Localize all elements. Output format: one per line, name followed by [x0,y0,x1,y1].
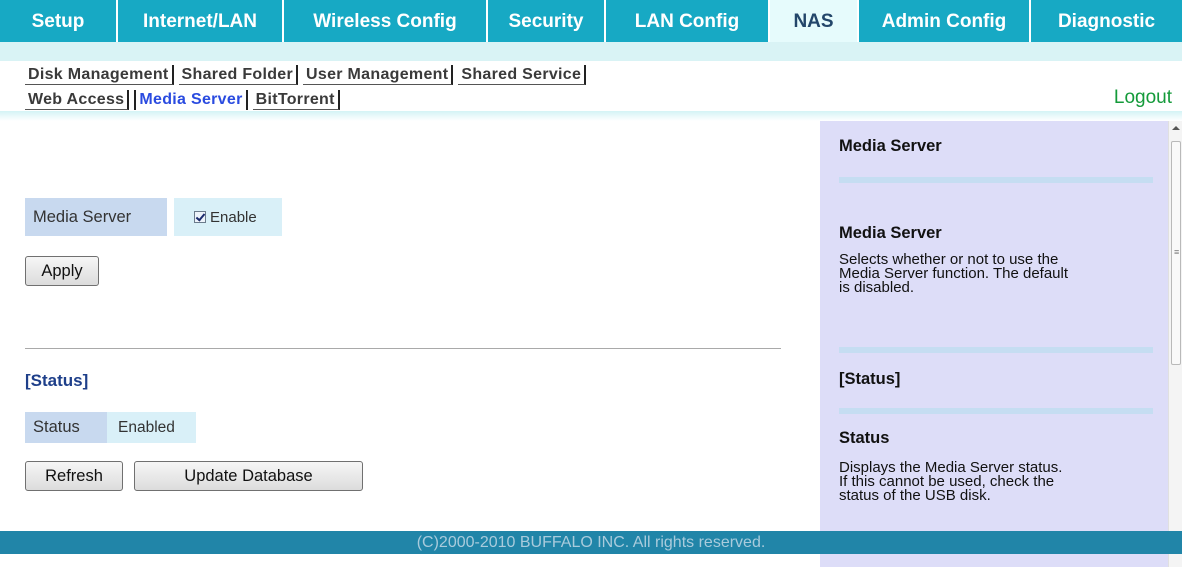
status-heading: [Status] [25,371,89,390]
scrollbar-thumb[interactable]: ≡ [1171,141,1181,365]
tab-internet-lan[interactable]: Internet/LAN [118,0,284,42]
status-label: Status [25,412,107,443]
sub-link-shared-service[interactable]: Shared Service [458,65,587,85]
help-divider [839,347,1153,353]
help-media-server-text: Selects whether or not to use the Media … [839,252,1159,296]
enable-label: Enable [210,209,257,226]
sub-link-shared-folder[interactable]: Shared Folder [178,65,299,85]
help-status-text: Displays the Media Server status. If thi… [839,460,1159,504]
help-title: Media Server [839,137,942,155]
logout-link[interactable]: Logout [1114,87,1172,109]
help-divider [839,408,1153,414]
sub-link-user-management[interactable]: User Management [303,65,454,85]
sub-link-media-server[interactable]: Media Server [134,90,248,110]
sub-nav-row-1: Disk Management Shared Folder User Manag… [25,65,591,85]
status-value: Enabled [107,412,196,443]
help-status-heading: [Status] [839,370,901,388]
help-status-title: Status [839,429,890,447]
section-divider [25,348,781,349]
sub-nav-row-2: Web Access Media Server BitTorrent [25,90,345,110]
header-divider [0,111,1182,121]
refresh-button[interactable]: Refresh [25,461,123,491]
tab-security[interactable]: Security [488,0,606,42]
grip-icon: ≡ [1174,247,1180,257]
sub-link-web-access[interactable]: Web Access [25,90,130,110]
tab-lan-config[interactable]: LAN Config [606,0,770,42]
tab-admin-config[interactable]: Admin Config [859,0,1031,42]
main-tab-bar: Setup Internet/LAN Wireless Config Secur… [0,0,1182,42]
sub-link-disk-management[interactable]: Disk Management [25,65,174,85]
tab-nas[interactable]: NAS [770,0,859,42]
tab-diagnostic[interactable]: Diagnostic [1031,0,1182,42]
scroll-up-icon[interactable] [1172,126,1180,130]
help-media-server-title: Media Server [839,224,942,242]
sub-link-bittorrent[interactable]: BitTorrent [252,90,340,110]
tab-setup[interactable]: Setup [0,0,118,42]
tab-wireless-config[interactable]: Wireless Config [284,0,488,42]
apply-button[interactable]: Apply [25,256,99,286]
media-server-label: Media Server [25,198,167,236]
help-text-line: status of the USB disk. [839,487,991,504]
enable-checkbox[interactable] [194,211,206,224]
update-database-button[interactable]: Update Database [134,461,363,491]
help-scrollbar[interactable]: ≡ [1168,121,1182,567]
top-navigation: Setup Internet/LAN Wireless Config Secur… [0,0,1182,85]
help-text-line: is disabled. [839,279,915,296]
enable-option[interactable]: Enable [174,198,282,236]
footer-copyright: (C)2000-2010 BUFFALO INC. All rights res… [0,531,1182,554]
help-divider [839,177,1153,183]
help-panel: Media Server Media Server Selects whethe… [820,121,1168,567]
